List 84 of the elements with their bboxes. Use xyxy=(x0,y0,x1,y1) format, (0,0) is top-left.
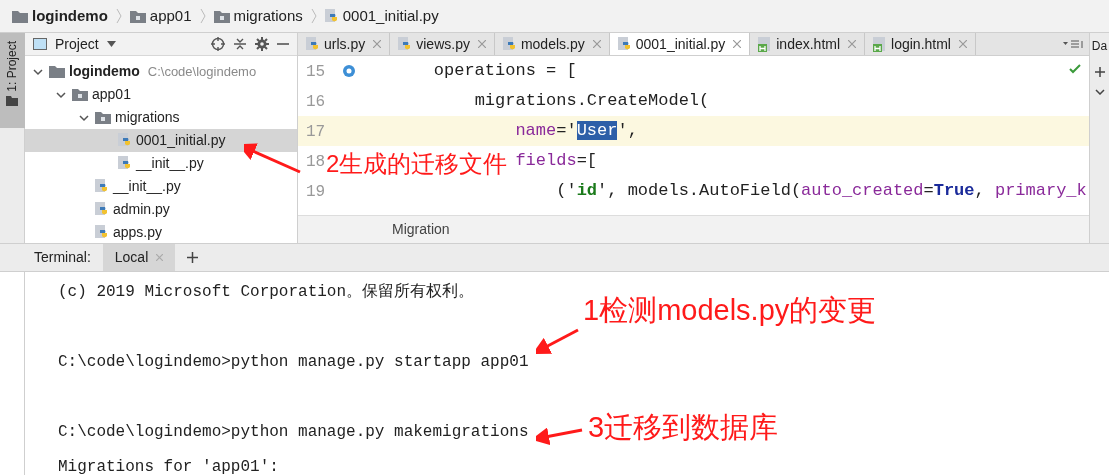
locate-icon[interactable] xyxy=(211,37,225,51)
database-tool-label[interactable]: Da xyxy=(1091,37,1108,55)
tree-item[interactable]: logindemo C:\code\logindemo xyxy=(25,60,297,83)
folder-icon xyxy=(129,9,146,23)
python-file-icon xyxy=(95,225,109,240)
annotation-text: 3迁移到数据库 xyxy=(588,413,779,442)
python-file-icon xyxy=(398,36,413,52)
project-tool-button[interactable]: 1: Project xyxy=(0,33,25,128)
editor-tab[interactable]: 0001_initial.py xyxy=(609,33,751,55)
line-number: 15 xyxy=(306,62,326,81)
terminal-line: Migrations for 'app01': xyxy=(58,457,279,475)
chevron-down-icon[interactable] xyxy=(1094,89,1105,95)
python-file-icon xyxy=(306,36,320,52)
caret-icon[interactable] xyxy=(106,41,116,47)
chevron-down-icon[interactable] xyxy=(33,66,43,77)
annotation-text: 1检测models.py的变更 xyxy=(583,296,877,325)
python-file-icon xyxy=(118,156,132,171)
tree-item-label: app01 xyxy=(92,85,131,104)
folder-icon xyxy=(49,65,65,78)
code-text: fields=[ xyxy=(515,150,598,173)
python-file-icon xyxy=(118,133,132,148)
tree-item-label: __init__.py xyxy=(136,154,204,173)
separator-icon xyxy=(310,8,317,24)
project-tool-label: 1: Project xyxy=(4,41,20,92)
line-number: 17 xyxy=(306,122,326,141)
folder-icon xyxy=(72,88,88,101)
add-icon[interactable] xyxy=(187,252,199,263)
python-file-icon xyxy=(502,36,517,52)
python-file-icon xyxy=(617,36,632,52)
folder-icon xyxy=(12,9,28,23)
terminal-line: (c) 2019 Microsoft Corporation。保留所有权利。 xyxy=(58,282,475,303)
code-text: ('id', models.AutoField(auto_created=True, primary_k xyxy=(556,180,1087,203)
panel-icon xyxy=(33,38,47,50)
code-text: operations = [ xyxy=(433,60,577,83)
tree-item-label: admin.py xyxy=(113,200,170,219)
settings-icon[interactable] xyxy=(255,37,269,51)
tree-item[interactable]: admin.py xyxy=(25,198,297,221)
check-icon xyxy=(1069,64,1081,74)
close-icon[interactable] xyxy=(733,40,742,48)
folder-icon xyxy=(6,95,18,106)
html-file-icon xyxy=(758,36,773,52)
tree-item-label: __init__.py xyxy=(113,177,181,196)
project-path: C:\code\logindemo xyxy=(147,62,257,81)
annotation-text: 2生成的迁移文件 xyxy=(326,152,508,176)
terminal-line: C:\code\logindemo>python manage.py startapp app01 xyxy=(58,352,529,373)
python-file-icon xyxy=(95,179,109,194)
tree-item[interactable]: app01 xyxy=(25,83,297,106)
breadcrumb-item[interactable]: 0001_initial.py xyxy=(342,4,439,28)
breakpoint-icon xyxy=(342,64,356,78)
python-file-icon xyxy=(95,202,109,217)
html-file-icon xyxy=(873,36,888,52)
folder-icon xyxy=(95,111,111,124)
tree-item[interactable]: __init__.py xyxy=(25,152,297,175)
line-number: 19 xyxy=(306,182,326,201)
add-icon[interactable] xyxy=(1094,67,1105,77)
minimize-icon[interactable] xyxy=(277,42,289,46)
separator-icon xyxy=(199,8,206,24)
code-text: name='User', xyxy=(515,120,638,143)
terminal-line: C:\code\logindemo>python manage.py makemigrations xyxy=(58,422,529,443)
tree-item[interactable]: migrations xyxy=(25,106,297,129)
breadcrumb-item[interactable]: migrations xyxy=(233,4,303,28)
separator-icon xyxy=(115,8,122,24)
tree-item[interactable]: 0001_initial.py xyxy=(25,129,297,152)
folder-icon xyxy=(213,9,230,23)
tree-item-label: apps.py xyxy=(113,223,163,242)
terminal-tab[interactable]: Local xyxy=(102,244,176,271)
tab-list-icon[interactable] xyxy=(1063,39,1085,49)
code-breadcrumb[interactable]: Migration xyxy=(298,215,1089,243)
chevron-down-icon[interactable] xyxy=(79,112,89,123)
terminal-title: Terminal: xyxy=(34,248,91,267)
python-file-icon xyxy=(324,8,339,24)
line-number: 18 xyxy=(306,152,326,171)
project-title[interactable]: Project xyxy=(55,33,99,55)
breadcrumb-item[interactable]: logindemo xyxy=(32,4,108,28)
collapse-icon[interactable] xyxy=(233,37,247,51)
breadcrumb-item[interactable]: app01 xyxy=(149,4,192,28)
tree-item[interactable]: apps.py xyxy=(25,221,297,243)
tree-item[interactable]: __init__.py xyxy=(25,175,297,198)
chevron-down-icon[interactable] xyxy=(56,89,66,100)
tree-item-label: migrations xyxy=(115,108,180,127)
line-number: 16 xyxy=(306,92,326,111)
code-text: migrations.CreateModel( xyxy=(474,90,710,113)
tree-item-label: 0001_initial.py xyxy=(136,131,226,150)
tree-item-label: logindemo xyxy=(69,62,140,81)
